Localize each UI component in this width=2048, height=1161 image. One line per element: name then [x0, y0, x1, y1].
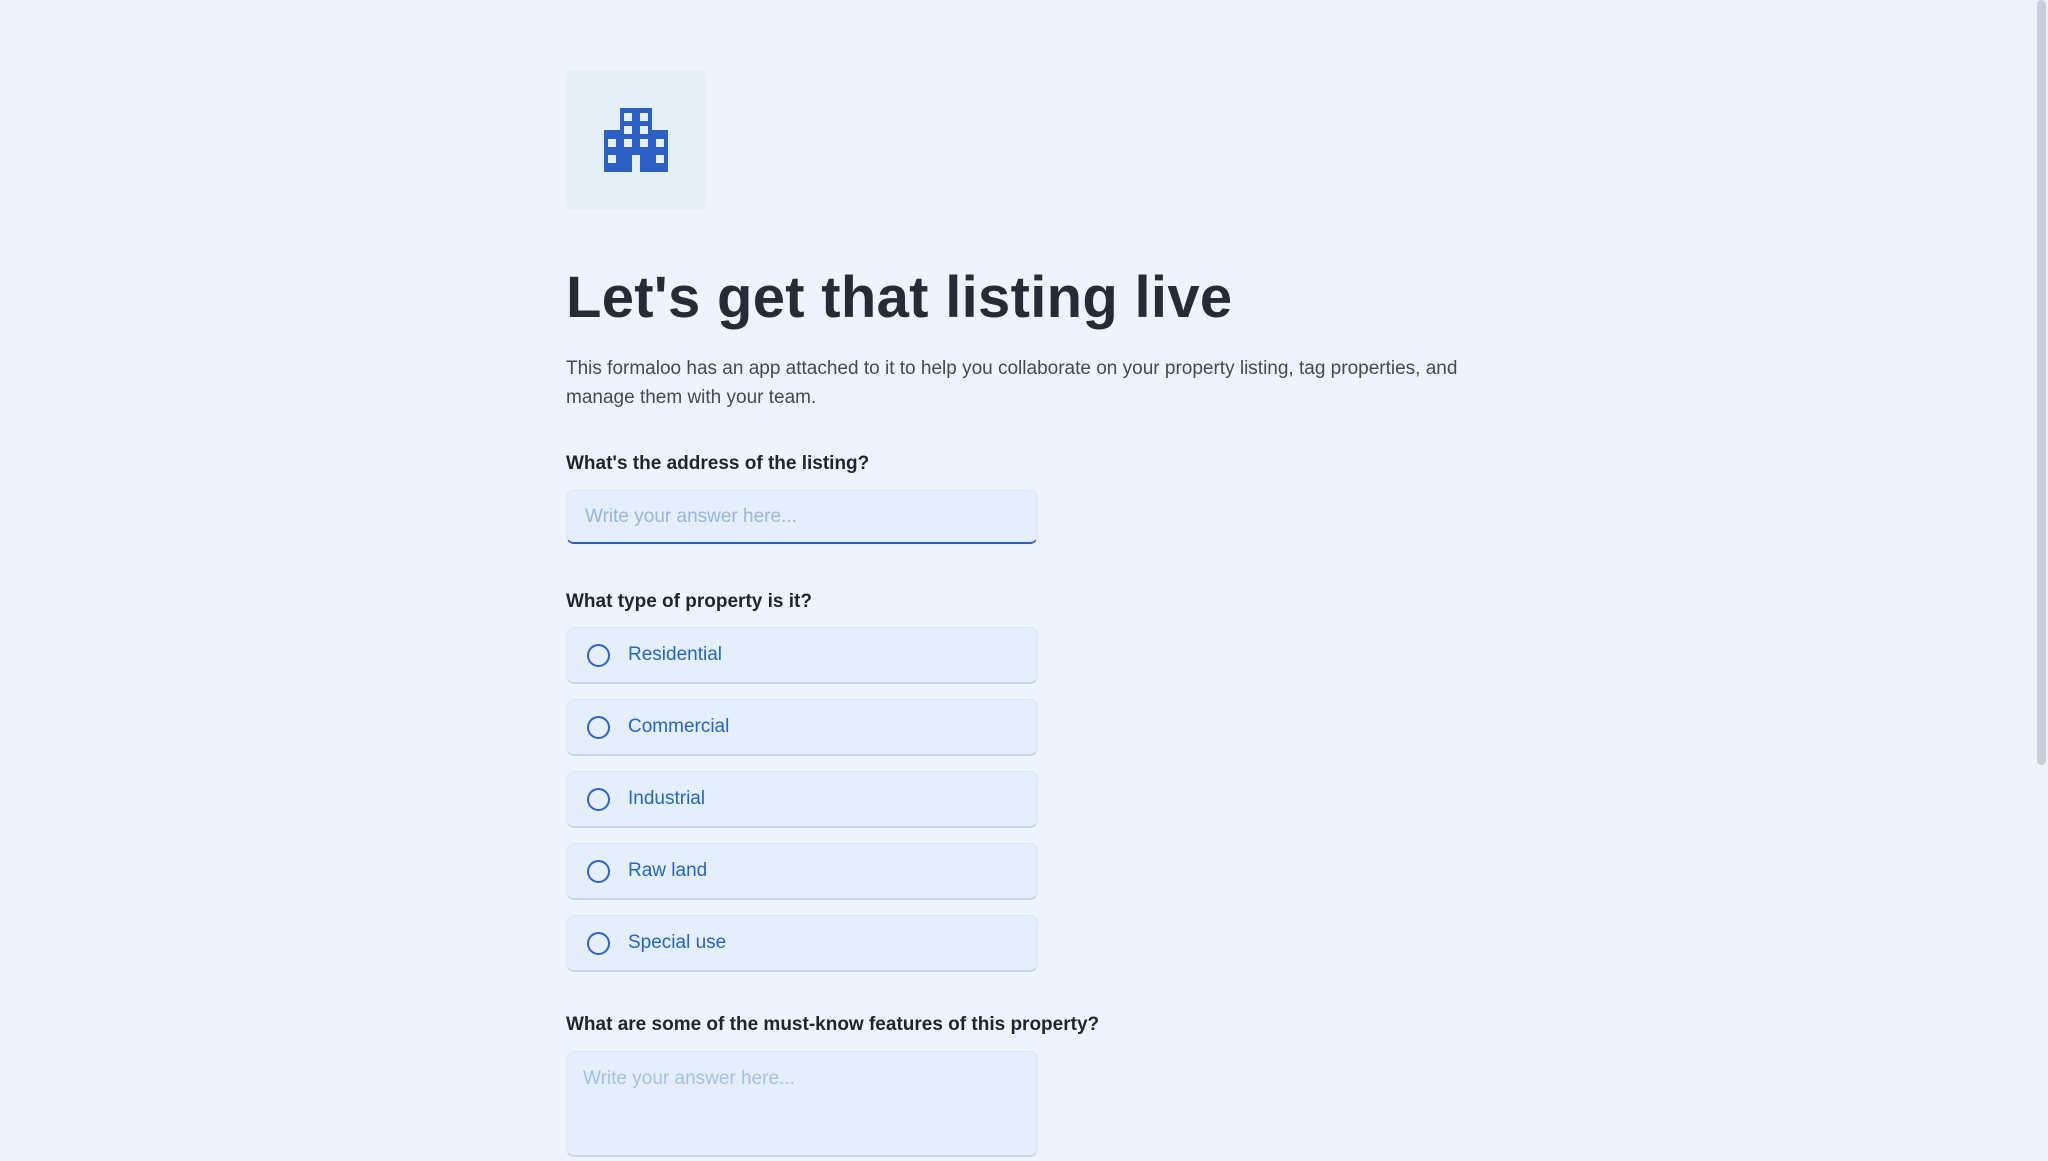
form-page: Let's get that listing live This formalo…	[0, 0, 2048, 1161]
option-residential[interactable]: Residential	[566, 627, 1038, 684]
form-logo	[566, 70, 706, 210]
option-label: Commercial	[628, 716, 730, 737]
address-input[interactable]	[566, 490, 1038, 544]
option-label: Industrial	[628, 788, 706, 809]
option-industrial[interactable]: Industrial	[566, 771, 1038, 828]
features-textarea[interactable]	[566, 1051, 1038, 1157]
features-question-label: What are some of the must-know features …	[566, 1014, 1100, 1035]
scrollbar-thumb[interactable]	[2037, 0, 2046, 765]
radio-circle-icon[interactable]	[587, 715, 610, 739]
option-label: Special use	[628, 932, 727, 953]
option-label: Raw land	[628, 860, 708, 881]
form-title: Let's get that listing live	[566, 265, 1233, 330]
radio-circle-icon[interactable]	[587, 859, 610, 883]
address-question-label: What's the address of the listing?	[566, 453, 870, 474]
option-raw-land[interactable]: Raw land	[566, 843, 1038, 900]
option-special-use[interactable]: Special use	[566, 915, 1038, 972]
form-container: Let's get that listing live This formalo…	[566, 70, 1466, 1157]
property-type-options: Residential Commercial Industrial Raw la…	[566, 627, 1466, 972]
form-description: This formaloo has an app attached to it …	[566, 358, 1458, 408]
radio-circle-icon[interactable]	[587, 643, 610, 667]
property-type-question-label: What type of property is it?	[566, 591, 812, 612]
radio-circle-icon[interactable]	[587, 931, 610, 955]
radio-circle-icon[interactable]	[587, 787, 610, 811]
option-commercial[interactable]: Commercial	[566, 699, 1038, 756]
page-scrollbar[interactable]	[2030, 0, 2048, 1161]
option-label: Residential	[628, 644, 722, 665]
building-icon	[604, 108, 668, 172]
